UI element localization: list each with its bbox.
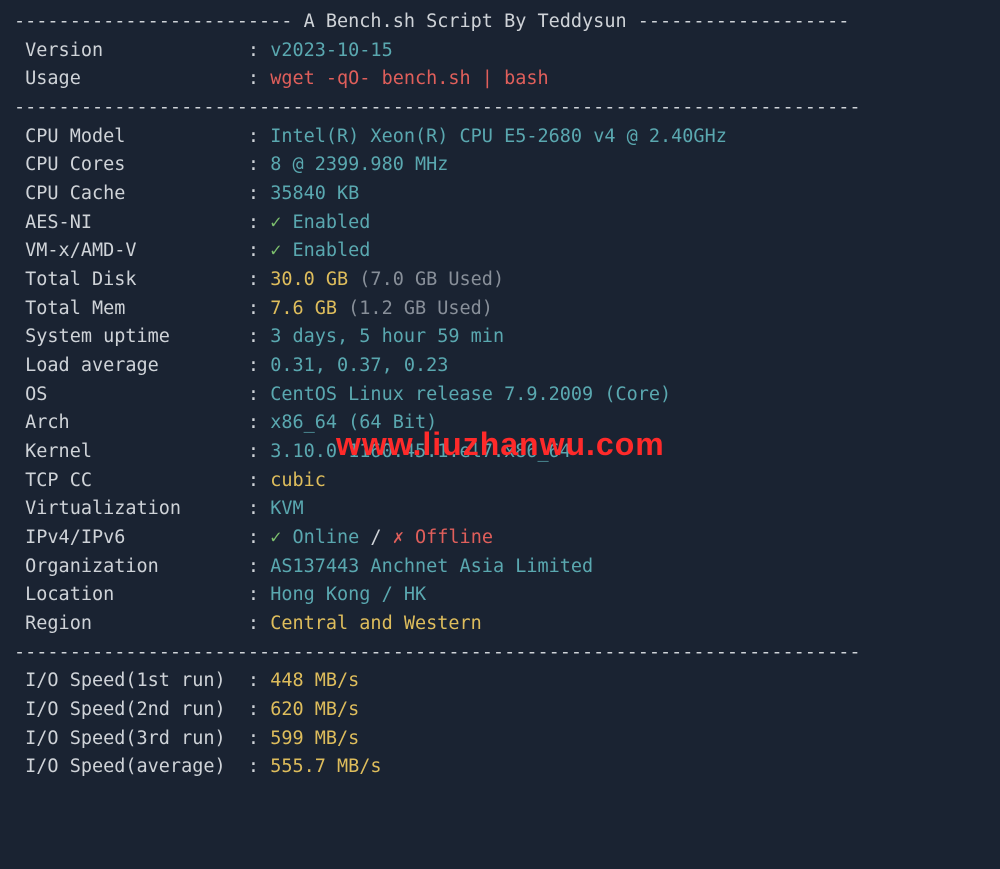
divider: ----------------------------------------… <box>14 642 860 663</box>
vmx-label: VM-x/AMD-V <box>14 240 237 261</box>
io-3-value: 599 MB/s <box>270 728 359 749</box>
organization-label: Organization <box>14 556 237 577</box>
mem-total-value: 7.6 GB <box>270 298 337 319</box>
check-icon: ✓ <box>270 527 292 548</box>
arch-label: Arch <box>14 412 237 433</box>
io-3-label: I/O Speed(3rd run) <box>14 728 237 749</box>
cpu-cache-value: 35840 KB <box>270 183 359 204</box>
cpu-cores-value: 8 @ 2399.980 MHz <box>270 154 448 175</box>
disk-total-value: 30.0 GB <box>270 269 348 290</box>
io-avg-label: I/O Speed(average) <box>14 756 237 777</box>
tcpcc-label: TCP CC <box>14 470 237 491</box>
region-label: Region <box>14 613 237 634</box>
script-title: A Bench.sh Script By Teddysun <box>304 11 627 32</box>
version-label: Version <box>14 40 237 61</box>
organization-value: AS137443 Anchnet Asia Limited <box>270 556 593 577</box>
tcpcc-value: cubic <box>270 470 326 491</box>
io-avg-value: 555.7 MB/s <box>270 756 381 777</box>
cpu-model-value: Intel(R) Xeon(R) CPU E5-2680 v4 @ 2.40GH… <box>270 126 727 147</box>
virt-label: Virtualization <box>14 498 237 519</box>
disk-used-value: (7.0 GB Used) <box>348 269 504 290</box>
cpu-model-label: CPU Model <box>14 126 237 147</box>
load-value: 0.31, 0.37, 0.23 <box>270 355 448 376</box>
virt-value: KVM <box>270 498 303 519</box>
io-2-label: I/O Speed(2nd run) <box>14 699 237 720</box>
check-icon: ✓ <box>270 212 292 233</box>
location-label: Location <box>14 584 237 605</box>
ipv6-status: Offline <box>415 527 493 548</box>
usage-value: wget -qO- bench.sh | bash <box>270 68 548 89</box>
divider-left: ------------------------- <box>14 11 304 32</box>
kernel-value: 3.10.0-1160.45.1.el7.x86_64 <box>270 441 571 462</box>
ipv-label: IPv4/IPv6 <box>14 527 237 548</box>
uptime-value: 3 days, 5 hour 59 min <box>270 326 504 347</box>
divider-right: ------------------- <box>627 11 850 32</box>
io-2-value: 620 MB/s <box>270 699 359 720</box>
io-1-label: I/O Speed(1st run) <box>14 670 237 691</box>
os-value: CentOS Linux release 7.9.2009 (Core) <box>270 384 671 405</box>
mem-label: Total Mem <box>14 298 237 319</box>
ipv4-status: Online <box>292 527 359 548</box>
cpu-cache-label: CPU Cache <box>14 183 237 204</box>
divider: ----------------------------------------… <box>14 97 860 118</box>
cpu-cores-label: CPU Cores <box>14 154 237 175</box>
uptime-label: System uptime <box>14 326 237 347</box>
mem-used-value: (1.2 GB Used) <box>337 298 493 319</box>
vmx-value: Enabled <box>292 240 370 261</box>
location-value: Hong Kong / HK <box>270 584 426 605</box>
disk-label: Total Disk <box>14 269 237 290</box>
os-label: OS <box>14 384 237 405</box>
arch-value: x86_64 (64 Bit) <box>270 412 437 433</box>
terminal-output: ------------------------- A Bench.sh Scr… <box>0 8 1000 782</box>
cross-icon: ✗ <box>393 527 415 548</box>
aesni-label: AES-NI <box>14 212 237 233</box>
io-1-value: 448 MB/s <box>270 670 359 691</box>
kernel-label: Kernel <box>14 441 237 462</box>
usage-label: Usage <box>14 68 237 89</box>
version-value: v2023-10-15 <box>270 40 393 61</box>
load-label: Load average <box>14 355 237 376</box>
check-icon: ✓ <box>270 240 292 261</box>
region-value: Central and Western <box>270 613 482 634</box>
aesni-value: Enabled <box>292 212 370 233</box>
